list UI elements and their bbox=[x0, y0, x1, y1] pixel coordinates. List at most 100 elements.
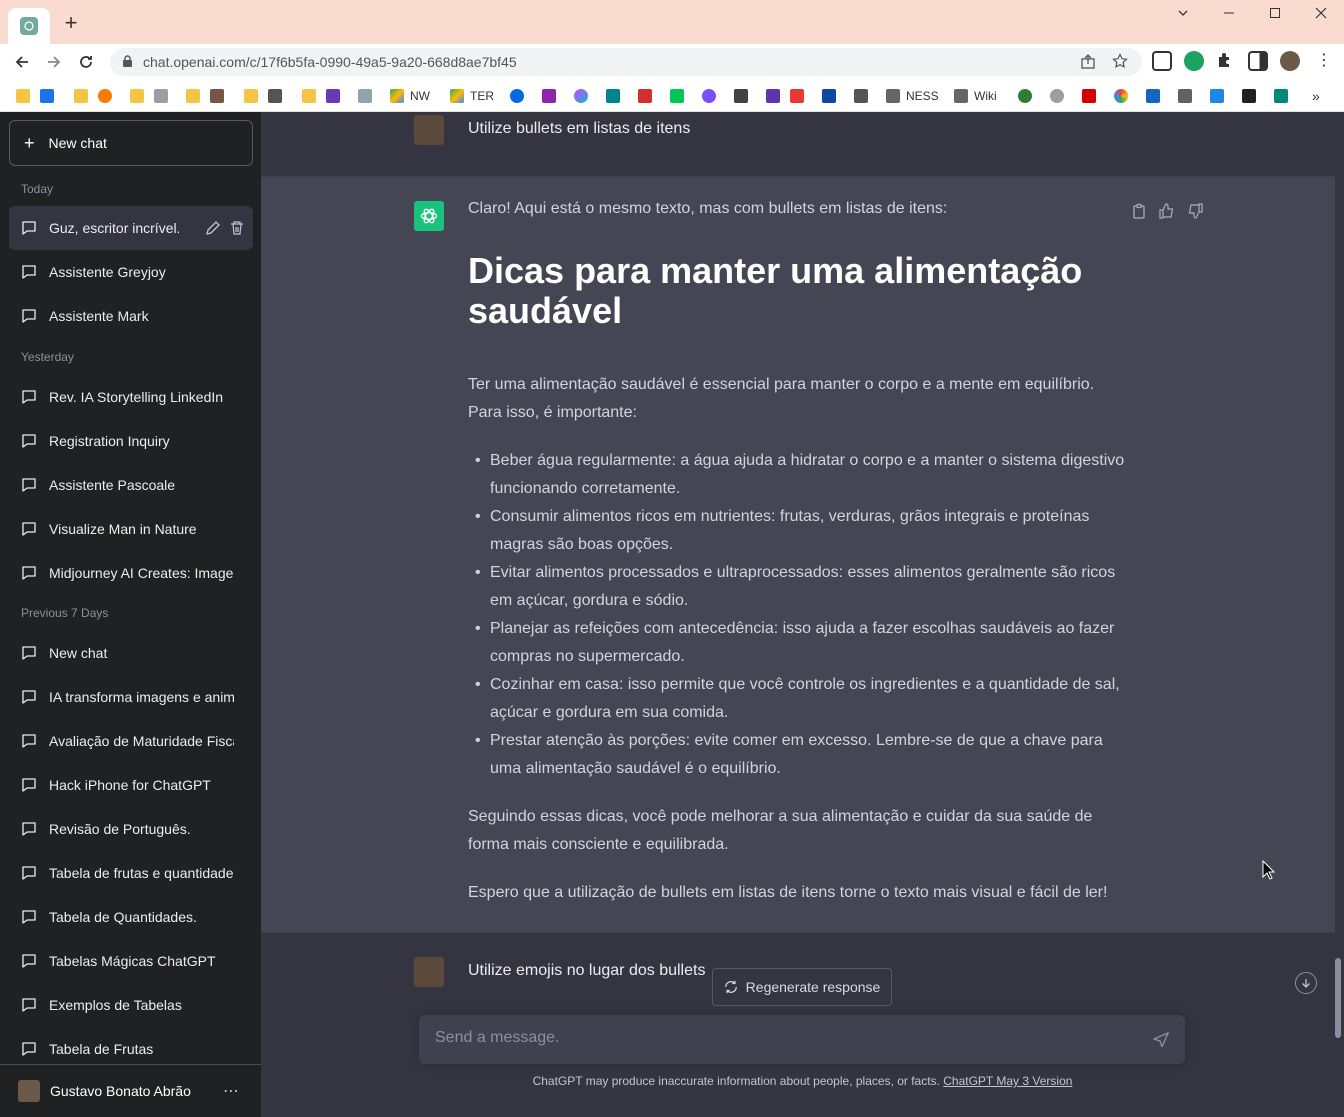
trash-icon[interactable] bbox=[229, 220, 245, 236]
maximize-icon[interactable] bbox=[1260, 6, 1290, 26]
new-chat-button[interactable]: + New chat bbox=[9, 120, 253, 166]
bookmark-item[interactable] bbox=[1082, 87, 1102, 105]
sidebar-chat-item[interactable]: Revisão de Português. bbox=[9, 807, 253, 851]
bookmark-item[interactable] bbox=[574, 87, 594, 105]
sidebar-chat-item[interactable]: Rev. IA Storytelling LinkedIn bbox=[9, 375, 253, 419]
bookmark-meta-icon[interactable] bbox=[510, 87, 530, 105]
bookmark-item[interactable] bbox=[822, 87, 842, 105]
tab-search-icon[interactable] bbox=[1168, 6, 1198, 26]
bookmark-folder-icon[interactable] bbox=[74, 87, 94, 105]
bookmark-item[interactable] bbox=[98, 87, 118, 105]
bookmark-item[interactable] bbox=[670, 87, 690, 105]
bookmark-folder-icon[interactable] bbox=[244, 87, 264, 105]
sidebar-chat-item[interactable]: Tabela de Quantidades. bbox=[9, 895, 253, 939]
sidebar-chat-item[interactable]: Hack iPhone for ChatGPT bbox=[9, 763, 253, 807]
forward-arrow-icon[interactable] bbox=[42, 50, 66, 74]
sidebar-chat-item[interactable]: Midjourney AI Creates: Image bbox=[9, 551, 253, 595]
bookmark-item[interactable] bbox=[1050, 87, 1070, 105]
bookmark-item[interactable] bbox=[542, 87, 562, 105]
sidebar-chat-item[interactable]: Assistente Mark bbox=[9, 294, 253, 338]
close-window-icon[interactable] bbox=[1306, 6, 1336, 26]
message-input[interactable] bbox=[435, 1029, 1115, 1047]
sidebar-chat-item[interactable]: New chat bbox=[9, 631, 253, 675]
bookmark-item[interactable] bbox=[734, 87, 754, 105]
bookmark-item[interactable] bbox=[210, 87, 230, 105]
address-bar[interactable]: chat.openai.com/c/17f6b5fa-0990-49a5-9a2… bbox=[110, 48, 1142, 76]
scrollbar-thumb[interactable] bbox=[1335, 958, 1341, 1038]
reload-icon[interactable] bbox=[74, 50, 98, 74]
user-menu[interactable]: Gustavo Bonato Abrão ⋯ bbox=[0, 1064, 261, 1117]
extension-quote-icon[interactable] bbox=[1184, 51, 1204, 71]
chat-bubble-icon bbox=[22, 778, 36, 792]
bookmark-drive-ter[interactable]: TER bbox=[450, 87, 494, 105]
sidebar-chat-item[interactable]: Assistente Pascoale bbox=[9, 463, 253, 507]
version-link[interactable]: ChatGPT May 3 Version bbox=[943, 1074, 1072, 1088]
browser-tab[interactable] bbox=[8, 8, 50, 44]
bookmark-google-icon[interactable] bbox=[1114, 87, 1134, 105]
bookmark-item[interactable] bbox=[40, 87, 60, 105]
bookmark-wiki[interactable]: Wiki bbox=[954, 87, 997, 105]
chat-bubble-icon bbox=[22, 566, 36, 580]
bookmark-item[interactable] bbox=[702, 87, 722, 105]
bookmark-item[interactable] bbox=[1242, 87, 1262, 105]
bookmark-folder-icon[interactable] bbox=[130, 87, 150, 105]
side-panel-icon[interactable] bbox=[1248, 51, 1268, 71]
bookmark-item[interactable] bbox=[1146, 87, 1166, 105]
bookmark-item[interactable] bbox=[1210, 87, 1230, 105]
share-icon[interactable] bbox=[1080, 54, 1096, 75]
back-arrow-icon[interactable] bbox=[10, 50, 34, 74]
assistant-paragraph-3: Espero que a utilização de bullets em li… bbox=[468, 884, 1108, 901]
scroll-to-bottom-button[interactable] bbox=[1295, 972, 1317, 994]
sidebar-chat-item[interactable]: Visualize Man in Nature bbox=[9, 507, 253, 551]
bookmark-item[interactable] bbox=[1274, 87, 1294, 105]
bookmark-item[interactable] bbox=[326, 87, 346, 105]
chat-bubble-icon bbox=[22, 478, 36, 492]
minimize-icon[interactable] bbox=[1214, 6, 1244, 26]
more-options-icon[interactable]: ⋯ bbox=[223, 1081, 239, 1101]
bookmarks-overflow-icon[interactable]: » bbox=[1312, 87, 1320, 105]
bookmark-ness[interactable]: NESS bbox=[886, 87, 939, 105]
sidebar-chat-item[interactable]: Tabela de frutas e quantidade bbox=[9, 851, 253, 895]
bookmark-item[interactable] bbox=[268, 87, 288, 105]
sidebar-chat-item[interactable]: Assistente Greyjoy bbox=[9, 250, 253, 294]
sidebar-chat-item[interactable]: Exemplos de Tabelas bbox=[9, 983, 253, 1027]
chat-bubble-icon bbox=[22, 309, 36, 323]
bookmark-folder-icon[interactable] bbox=[302, 87, 322, 105]
bookmark-item[interactable] bbox=[790, 87, 810, 105]
sidebar-chat-item[interactable]: Guz, escritor incrível. bbox=[9, 206, 253, 250]
chat-bubble-icon bbox=[22, 910, 36, 924]
browser-menu-icon[interactable]: ⋮ bbox=[1314, 51, 1334, 71]
bookmark-folder-icon[interactable] bbox=[186, 87, 206, 105]
bookmark-drive-nw[interactable]: NW bbox=[390, 87, 430, 105]
bookmark-item[interactable] bbox=[854, 87, 874, 105]
bookmark-item[interactable] bbox=[1178, 87, 1198, 105]
sidebar-chat-label: Rev. IA Storytelling LinkedIn bbox=[49, 389, 224, 405]
bookmark-item[interactable] bbox=[638, 87, 658, 105]
bookmark-item[interactable] bbox=[766, 87, 786, 105]
sidebar-chat-item[interactable]: Tabelas Mágicas ChatGPT bbox=[9, 939, 253, 983]
thumbs-up-icon[interactable] bbox=[1159, 203, 1175, 219]
bookmark-star-icon[interactable] bbox=[1112, 53, 1128, 74]
bookmark-folder-icon[interactable] bbox=[16, 87, 36, 105]
sidebar-chat-item[interactable]: IA transforma imagens e anim bbox=[9, 675, 253, 719]
sidebar-chat-item[interactable]: Registration Inquiry bbox=[9, 419, 253, 463]
user-avatar bbox=[18, 1080, 40, 1102]
sidebar-chat-item[interactable]: Avaliação de Maturidade Fisca bbox=[9, 719, 253, 763]
sidebar-chat-label: Assistente Greyjoy bbox=[49, 264, 166, 280]
picture-in-picture-icon[interactable] bbox=[1152, 51, 1172, 71]
edit-pencil-icon[interactable] bbox=[205, 220, 221, 236]
assistant-message-body: Claro! Aqui está o mesmo texto, mas com … bbox=[468, 200, 1128, 927]
bookmark-item[interactable] bbox=[154, 87, 174, 105]
bookmark-item[interactable] bbox=[1018, 87, 1038, 105]
profile-avatar[interactable] bbox=[1280, 51, 1300, 71]
bookmark-item[interactable] bbox=[606, 87, 626, 105]
extensions-puzzle-icon[interactable] bbox=[1216, 51, 1236, 71]
chat-bubble-icon bbox=[22, 265, 36, 279]
send-icon[interactable] bbox=[1152, 1031, 1170, 1052]
thumbs-down-icon[interactable] bbox=[1187, 203, 1203, 219]
regenerate-response-button[interactable]: Regenerate response bbox=[712, 968, 892, 1006]
arrow-down-icon bbox=[1302, 979, 1310, 988]
new-tab-button[interactable]: + bbox=[60, 12, 82, 34]
copy-icon[interactable] bbox=[1131, 203, 1147, 219]
bookmark-item[interactable] bbox=[358, 87, 378, 105]
